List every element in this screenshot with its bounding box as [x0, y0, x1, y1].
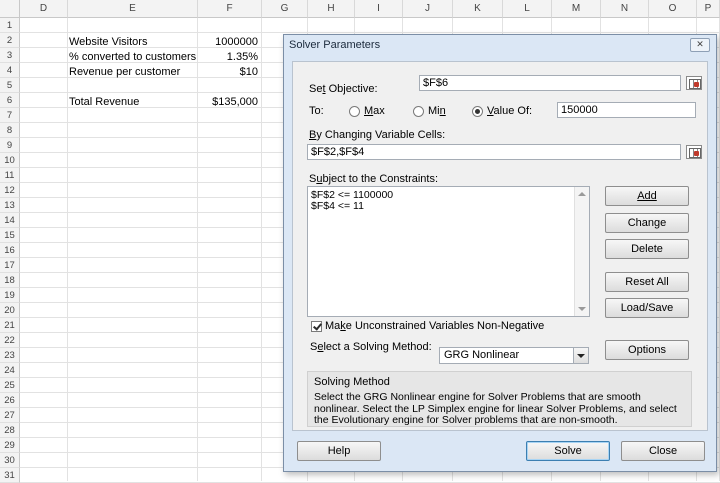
row-header[interactable]: 19: [0, 288, 20, 303]
min-radio[interactable]: [413, 106, 424, 117]
help-button[interactable]: Help: [297, 441, 381, 461]
cell-f4[interactable]: $10: [200, 65, 258, 80]
select-all-corner[interactable]: [0, 0, 20, 18]
row-header[interactable]: 20: [0, 303, 20, 318]
row-header[interactable]: 22: [0, 333, 20, 348]
row-header[interactable]: 14: [0, 213, 20, 228]
change-button[interactable]: Change: [605, 213, 689, 233]
row-header[interactable]: 15: [0, 228, 20, 243]
solver-parameters-dialog: Solver Parameters ✕ Set Objective: $F$6 …: [283, 34, 717, 472]
scroll-up-icon[interactable]: [578, 192, 586, 196]
reset-all-button[interactable]: Reset All: [605, 272, 689, 292]
row-header[interactable]: 17: [0, 258, 20, 273]
row-header[interactable]: 27: [0, 408, 20, 423]
cell-e4[interactable]: Revenue per customer: [69, 65, 180, 80]
column-header[interactable]: F: [198, 0, 262, 18]
solve-button[interactable]: Solve: [526, 441, 610, 461]
checkmark-icon: [313, 321, 322, 331]
row-header[interactable]: 7: [0, 108, 20, 123]
value-of-label: Value Of:: [487, 105, 533, 117]
cell-e3[interactable]: % converted to customers: [69, 50, 196, 65]
cell-f2[interactable]: 1000000: [200, 35, 258, 50]
scroll-down-icon[interactable]: [578, 307, 586, 311]
row-header[interactable]: 3: [0, 48, 20, 63]
row-header[interactable]: 9: [0, 138, 20, 153]
changing-cells-label: By Changing Variable Cells:: [309, 129, 446, 141]
column-header[interactable]: G: [262, 0, 308, 18]
add-button[interactable]: Add: [605, 186, 689, 206]
row-header[interactable]: 6: [0, 93, 20, 108]
row-header[interactable]: 4: [0, 63, 20, 78]
solving-method-label: Select a Solving Method:: [310, 341, 432, 353]
dialog-title: Solver Parameters: [289, 39, 381, 51]
non-negative-checkbox[interactable]: [311, 321, 322, 332]
row-header[interactable]: 24: [0, 363, 20, 378]
grid-row-line: [20, 18, 720, 33]
cell-e6[interactable]: Total Revenue: [69, 95, 139, 110]
row-header[interactable]: 23: [0, 348, 20, 363]
column-header[interactable]: M: [552, 0, 601, 18]
row-header[interactable]: 25: [0, 378, 20, 393]
value-of-input[interactable]: 150000: [557, 102, 696, 118]
row-header[interactable]: 13: [0, 198, 20, 213]
set-objective-label: Set Objective:: [309, 83, 378, 95]
collapse-dialog-icon[interactable]: [686, 145, 702, 159]
max-radio[interactable]: [349, 106, 360, 117]
close-button[interactable]: Close: [621, 441, 705, 461]
row-header[interactable]: 26: [0, 393, 20, 408]
close-icon[interactable]: ✕: [690, 38, 710, 52]
cell-e2[interactable]: Website Visitors: [69, 35, 147, 50]
cell-f6[interactable]: $135,000: [190, 95, 258, 110]
column-header[interactable]: P: [697, 0, 720, 18]
max-label: Max: [364, 105, 385, 117]
set-objective-input[interactable]: $F$6: [419, 75, 681, 91]
changing-cells-input[interactable]: $F$2,$F$4: [307, 144, 681, 160]
row-header[interactable]: 1: [0, 18, 20, 33]
column-header[interactable]: J: [403, 0, 453, 18]
non-negative-label: Make Unconstrained Variables Non-Negativ…: [325, 320, 545, 332]
column-header[interactable]: E: [68, 0, 198, 18]
column-header[interactable]: O: [649, 0, 697, 18]
value-of-radio[interactable]: [472, 106, 483, 117]
row-header[interactable]: 30: [0, 453, 20, 468]
column-header[interactable]: K: [453, 0, 503, 18]
solving-method-group: Solving Method Select the GRG Nonlinear …: [307, 371, 692, 427]
row-header[interactable]: 2: [0, 33, 20, 48]
row-header[interactable]: 5: [0, 78, 20, 93]
delete-button[interactable]: Delete: [605, 239, 689, 259]
solving-method-description: Select the GRG Nonlinear engine for Solv…: [314, 391, 677, 426]
row-header[interactable]: 21: [0, 318, 20, 333]
min-label: Min: [428, 105, 446, 117]
chevron-down-icon[interactable]: [573, 348, 588, 363]
column-header[interactable]: H: [308, 0, 355, 18]
column-header[interactable]: I: [355, 0, 403, 18]
constraints-label: Subject to the Constraints:: [309, 173, 439, 185]
constraints-list[interactable]: $F$2 <= 1100000 $F$4 <= 11: [307, 186, 590, 317]
row-header[interactable]: 12: [0, 183, 20, 198]
row-header[interactable]: 28: [0, 423, 20, 438]
row-header[interactable]: 8: [0, 123, 20, 138]
row-header[interactable]: 16: [0, 243, 20, 258]
dialog-titlebar[interactable]: Solver Parameters ✕: [284, 35, 716, 55]
column-header[interactable]: L: [503, 0, 552, 18]
column-header[interactable]: D: [20, 0, 68, 18]
constraints-scrollbar[interactable]: [574, 187, 589, 316]
list-item[interactable]: $F$4 <= 11: [311, 200, 364, 212]
load-save-button[interactable]: Load/Save: [605, 298, 689, 318]
solving-method-select[interactable]: GRG Nonlinear: [439, 347, 589, 364]
row-header[interactable]: 10: [0, 153, 20, 168]
cell-f3[interactable]: 1.35%: [200, 50, 258, 65]
row-header[interactable]: 29: [0, 438, 20, 453]
row-header[interactable]: 18: [0, 273, 20, 288]
column-header[interactable]: N: [601, 0, 649, 18]
solving-method-title: Solving Method: [314, 376, 390, 388]
collapse-dialog-icon[interactable]: [686, 76, 702, 90]
solving-method-value: GRG Nonlinear: [444, 349, 520, 361]
options-button[interactable]: Options: [605, 340, 689, 360]
row-header[interactable]: 11: [0, 168, 20, 183]
to-label: To:: [309, 105, 324, 117]
